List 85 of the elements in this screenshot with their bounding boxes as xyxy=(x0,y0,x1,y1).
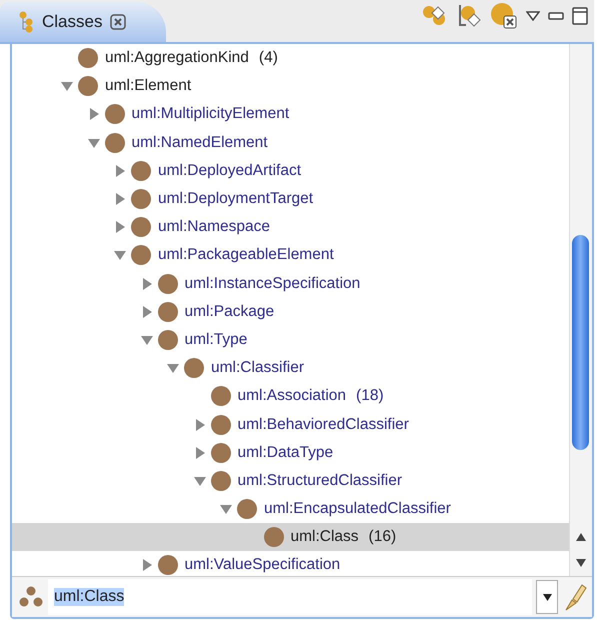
instance-count: (4) xyxy=(258,49,278,68)
tree-row[interactable]: uml:Classifier xyxy=(12,354,569,382)
class-icon xyxy=(210,470,230,491)
tree-row[interactable]: uml:Package xyxy=(12,298,569,326)
search-field[interactable]: uml:Class xyxy=(48,579,532,615)
class-icon xyxy=(131,245,151,266)
remove-node-icon[interactable] xyxy=(490,2,518,30)
tree-row[interactable]: uml:DeploymentTarget xyxy=(12,184,569,214)
tree-row[interactable]: uml:MultiplicityElement xyxy=(12,100,569,129)
class-name: uml:EncapsulatedClassifier xyxy=(264,500,451,518)
scroll-up-icon[interactable] xyxy=(576,533,586,541)
tree-row[interactable]: uml:EncapsulatedClassifier xyxy=(12,495,569,524)
class-name: uml:AggregationKind xyxy=(105,49,249,68)
tree-row[interactable]: uml:Type xyxy=(12,326,569,354)
caret-icon xyxy=(542,594,552,600)
collapsed-arrow-icon[interactable] xyxy=(113,164,127,178)
hierarchy-icon xyxy=(18,11,34,33)
collapsed-arrow-icon[interactable] xyxy=(113,220,127,234)
class-name: uml:Class xyxy=(290,528,359,546)
classes-tab[interactable]: Classes xyxy=(0,2,166,42)
hierarchy-add-icon[interactable] xyxy=(456,4,482,28)
class-name: uml:Namespace xyxy=(158,218,270,236)
expanded-arrow-icon[interactable] xyxy=(113,248,127,262)
scroll-down-icon[interactable] xyxy=(576,559,586,567)
class-icon xyxy=(158,302,178,322)
dropdown-button[interactable] xyxy=(536,580,558,614)
instance-count: (16) xyxy=(368,528,396,546)
tree-row[interactable]: uml:PackageableElement xyxy=(12,241,569,270)
expanded-arrow-icon[interactable] xyxy=(219,502,233,516)
tree-row[interactable]: uml:Class (16) xyxy=(12,523,569,552)
class-name: uml:BehavioredClassifier xyxy=(238,416,409,434)
minimize-icon[interactable] xyxy=(548,11,564,21)
class-name: uml:StructuredClassifier xyxy=(238,472,402,490)
node-link-icon[interactable] xyxy=(422,5,448,27)
class-icon xyxy=(158,274,178,294)
scrollbar[interactable] xyxy=(569,44,592,576)
tree-row[interactable]: uml:BehavioredClassifier xyxy=(12,410,569,439)
class-icon xyxy=(184,358,204,378)
class-name: uml:Association xyxy=(238,387,346,406)
class-icon xyxy=(104,104,124,124)
class-name: uml:InstanceSpecification xyxy=(184,274,360,293)
view-menu-icon[interactable] xyxy=(526,11,540,21)
class-name: uml:DeployedArtifact xyxy=(158,162,302,180)
class-name: uml:NamedElement xyxy=(132,134,268,152)
class-name: uml:Element xyxy=(105,77,192,96)
expanded-arrow-icon[interactable] xyxy=(166,361,180,376)
class-icon xyxy=(210,442,230,463)
class-icon xyxy=(158,330,178,350)
expanded-arrow-icon[interactable] xyxy=(60,79,74,94)
close-icon[interactable] xyxy=(110,14,126,30)
tree-row[interactable]: uml:ValueSpecification xyxy=(12,551,569,576)
class-name: uml:ValueSpecification xyxy=(184,556,340,574)
tree-row[interactable]: uml:DeployedArtifact xyxy=(12,156,569,185)
class-name: uml:Classifier xyxy=(211,359,304,378)
tree-row[interactable]: uml:NamedElement xyxy=(12,128,569,157)
class-icon xyxy=(237,499,257,520)
scroll-thumb[interactable] xyxy=(572,235,589,450)
collapsed-arrow-icon[interactable] xyxy=(113,192,127,206)
class-name: uml:Package xyxy=(184,302,274,321)
class-icon xyxy=(131,189,151,210)
tree-row[interactable]: uml:InstanceSpecification xyxy=(12,270,569,298)
class-icon xyxy=(210,414,230,435)
class-icon xyxy=(131,217,151,238)
tree-row[interactable]: uml:StructuredClassifier xyxy=(12,466,569,495)
tree-row[interactable]: uml:Element xyxy=(12,72,569,100)
class-icon xyxy=(78,48,98,68)
tab-title: Classes xyxy=(42,12,102,32)
tree-row[interactable]: uml:DataType xyxy=(12,438,569,467)
class-name: uml:PackageableElement xyxy=(158,246,334,264)
class-icon xyxy=(78,76,98,96)
class-icon xyxy=(104,132,124,153)
class-name: uml:Type xyxy=(184,330,248,349)
tree-row[interactable]: uml:AggregationKind (4) xyxy=(12,44,569,72)
tree-row[interactable]: uml:Association (18) xyxy=(12,382,569,410)
class-name: uml:DeploymentTarget xyxy=(158,190,314,208)
instance-count: (18) xyxy=(356,387,384,406)
class-cluster-icon xyxy=(18,585,44,609)
class-name: uml:DataType xyxy=(238,444,334,462)
maximize-icon[interactable] xyxy=(572,7,588,25)
class-icon xyxy=(131,160,151,181)
class-icon xyxy=(264,527,284,548)
class-icon xyxy=(158,555,178,576)
class-name: uml:MultiplicityElement xyxy=(132,105,290,124)
tree-row[interactable]: uml:Namespace xyxy=(12,213,569,242)
class-icon xyxy=(210,386,230,406)
